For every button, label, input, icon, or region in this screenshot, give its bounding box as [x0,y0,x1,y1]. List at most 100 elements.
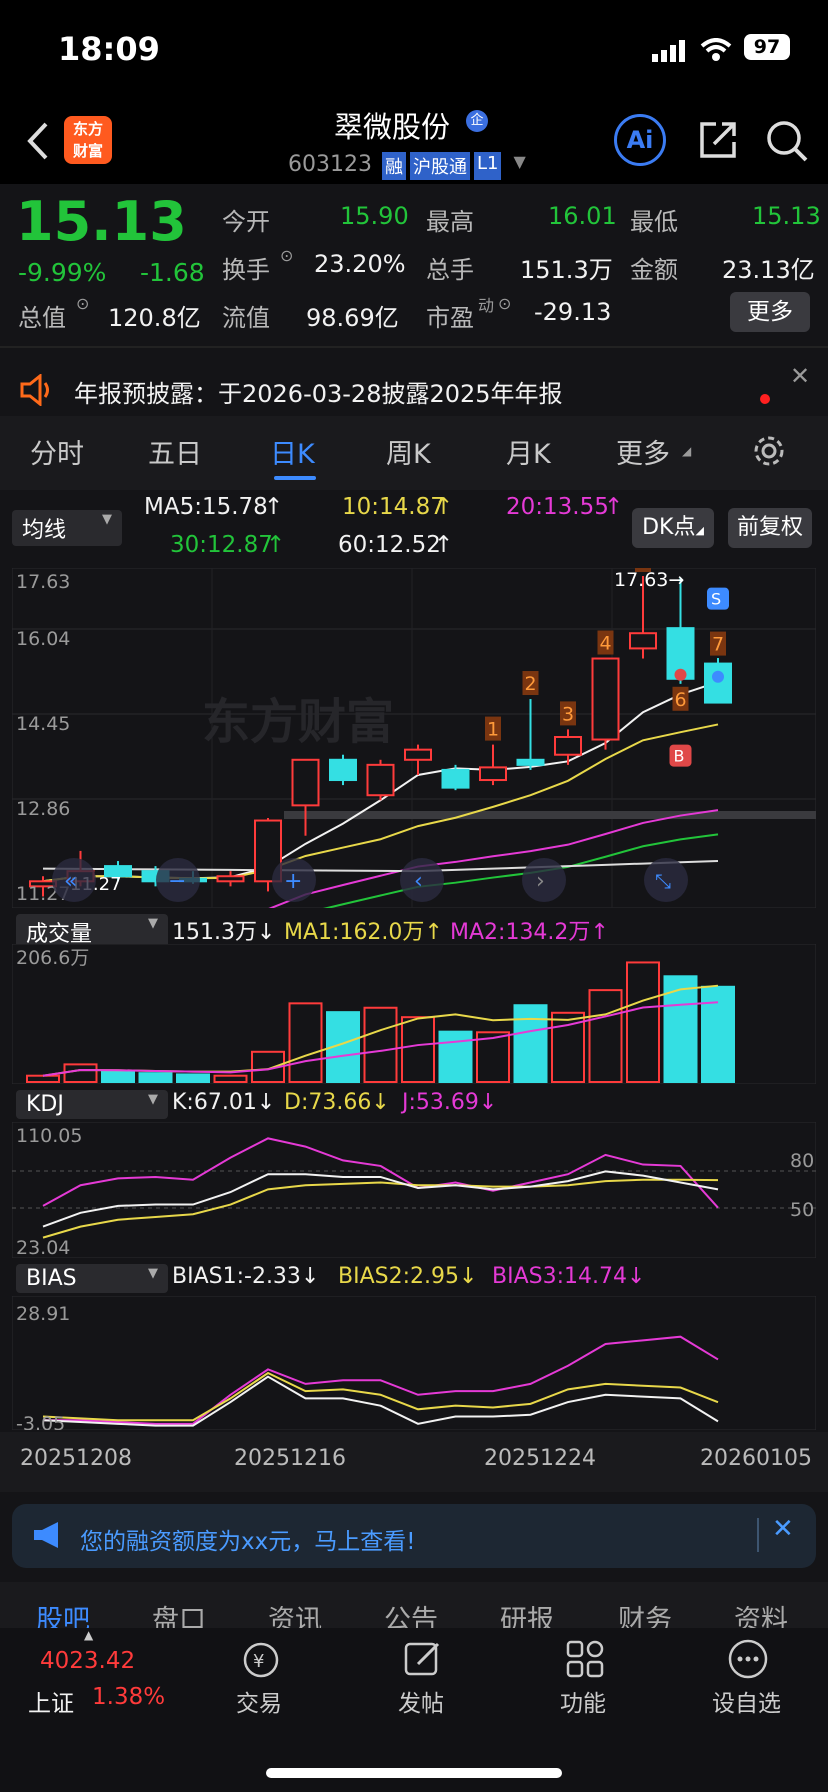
candle-body [479,766,507,782]
functions-icon[interactable] [564,1638,606,1684]
notice-bar[interactable]: 年报预披露：于2026-03-28披露2025年年报 ✕ [0,362,828,416]
subtab-news[interactable]: 资讯 [268,1598,322,1628]
candle-body [366,763,395,797]
bias-axis-bottom: -3.05 [16,1413,65,1430]
turnover-value: 23.20% [314,250,406,278]
svg-text:¥: ¥ [253,1651,264,1672]
signal-number: 2 [525,673,537,695]
volume-chart[interactable]: 206.6万 [12,944,816,1084]
index-name: 上证 [28,1691,74,1717]
index-value[interactable]: 4023.42 [40,1648,135,1674]
speaker-icon [18,372,54,410]
axis-label-2: 14.45 [16,713,70,735]
bias-chart[interactable]: 28.91 -3.05 [12,1296,816,1430]
svg-text:⤡: ⤡ [655,869,671,893]
caret-icon: ◢ [682,444,692,458]
bias2: BIAS2:2.95↓ [338,1264,478,1289]
banner-divider [757,1518,759,1552]
unread-dot [760,394,770,404]
bias1: BIAS1:-2.33↓ [172,1264,320,1289]
pe-value: -29.13 [534,298,612,326]
signal-number: 6 [675,689,687,711]
subtab-orderbook[interactable]: 盘口 [152,1598,206,1628]
subtab-forum[interactable]: 股吧 [36,1598,90,1628]
candle-body [216,875,245,883]
kdj-axis-top: 110.05 [16,1125,82,1147]
more-button[interactable]: 更多 [730,292,810,332]
subtab-profile[interactable]: 资料 [734,1598,788,1628]
info-icon[interactable]: ⊙ [498,294,511,313]
axis-label-1: 16.04 [16,628,70,650]
tab-daily-k[interactable]: 日K [270,432,315,471]
volume-bar [588,989,623,1084]
svg-text:−: − [168,869,186,894]
gear-icon[interactable] [752,434,786,472]
svg-text:+: + [284,869,302,894]
tab-intraday[interactable]: 分时 [30,432,84,471]
bias-select[interactable]: BIAS ▼ [16,1264,168,1293]
tab-more[interactable]: 更多 [616,432,670,471]
candle-body [404,748,432,761]
enterprise-icon: 企 [466,110,488,132]
home-indicator [266,1768,562,1778]
axis-label-0: 17.63 [16,571,70,593]
back-icon[interactable] [24,120,52,166]
date-label: 20260105 [700,1446,812,1471]
volume-bar [138,1072,173,1083]
adjust-button[interactable]: 前复权 [728,508,812,548]
nav-post[interactable]: 发帖 [398,1684,444,1718]
mktcap-label: 总值 [18,304,66,332]
close-icon[interactable]: ✕ [772,1514,794,1544]
kdj-select[interactable]: KDJ ▼ [16,1090,168,1119]
tab-five-day[interactable]: 五日 [148,432,202,471]
dk-point-button[interactable]: DK点◢ [632,508,714,548]
ma-select[interactable]: 均线 ▼ [12,510,122,546]
subtab-announcement[interactable]: 公告 [384,1598,438,1628]
open-label: 今开 [222,208,270,236]
volume-bar [101,1069,135,1084]
subtab-finance[interactable]: 财务 [618,1598,672,1628]
margin-banner[interactable]: 您的融资额度为xx元，马上查看! ✕ [12,1504,816,1568]
nav-add-watchlist[interactable]: 设自选 [712,1684,781,1718]
kdj-k: K:67.01↓ [172,1090,276,1115]
volume-bar [701,985,735,1083]
quote-panel: 15.13 -9.99% -1.68 今开 15.90 最高 16.01 最低 … [0,184,828,348]
change-percent: -9.99% [18,258,107,287]
candlestick-chart[interactable]: 东方财富 17.63 16.04 14.45 12.86 11.27 17.63… [12,568,816,908]
trade-icon[interactable]: ¥ [238,1640,284,1684]
mktcap-value: 120.8亿 [108,304,201,332]
info-subtabs: 股吧 盘口 资讯 公告 研报 财务 资料 [0,1582,828,1628]
tab-monthly-k[interactable]: 月K [506,432,551,471]
date-axis: 20251208 20251216 20251224 20260105 [0,1432,828,1492]
stock-code: 603123 [288,152,372,177]
signal-icon [652,40,688,66]
signal-number: 7 [712,634,724,656]
search-icon[interactable] [764,118,810,168]
last-price: 15.13 [16,190,187,253]
nav-trade[interactable]: 交易 [236,1684,282,1718]
bottom-nav: ▲ 4023.42 上证 1.38% ¥ 交易 发帖 功能 设自选 [0,1628,828,1792]
volume-axis-top: 206.6万 [16,947,89,969]
candle-body [704,662,732,704]
candle-body [554,736,582,756]
subtab-research[interactable]: 研报 [500,1598,554,1628]
more-icon[interactable] [726,1638,770,1684]
amount-label: 金额 [630,256,678,284]
stock-header: 东方财富 翠微股份 企 603123 融 沪股通 L1 ▼ Ai [0,100,828,184]
post-icon[interactable] [402,1638,444,1684]
candle-body [441,768,470,789]
volume-bar [213,1074,248,1083]
stock-name: 翠微股份 [334,110,451,144]
amount-value: 23.13亿 [722,256,815,284]
chevron-down-icon[interactable]: ▼ [513,152,525,180]
info-icon[interactable]: ⊙ [76,294,89,313]
share-icon[interactable] [696,118,740,166]
turnover-label: 换手 [222,256,270,284]
tab-weekly-k[interactable]: 周K [386,432,431,471]
ai-icon[interactable]: Ai [614,114,666,166]
kdj-chart[interactable]: 110.05 23.04 80 50 [12,1122,816,1258]
svg-text:«: « [64,869,77,894]
nav-functions[interactable]: 功能 [560,1684,606,1718]
info-icon[interactable]: ⊙ [280,246,293,265]
close-icon[interactable]: ✕ [790,362,810,390]
